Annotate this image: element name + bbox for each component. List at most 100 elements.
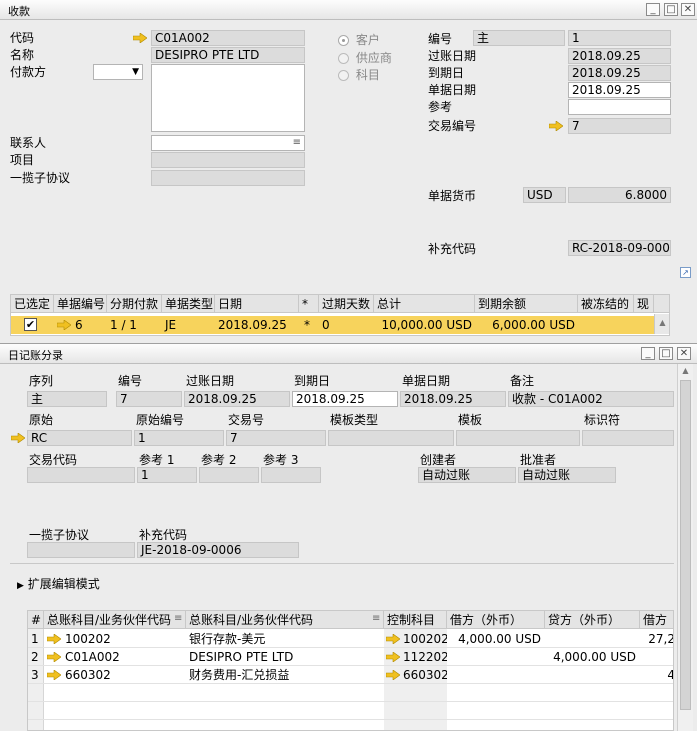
col-doc-no[interactable]: 单据编号 [54,295,107,313]
project-field[interactable] [151,152,305,168]
journal-window-title: 日记账分录 [8,349,63,362]
j-template-field[interactable] [456,430,580,446]
row-control-account: 660302 [403,668,447,682]
col-debit-fc[interactable]: 借方（外币） [447,611,545,629]
link-arrow-icon[interactable] [133,33,147,43]
number-series-field[interactable]: 主 [473,30,565,46]
j-remarks-field[interactable]: 收款 - C01A002 [508,391,674,407]
col-debit[interactable]: 借方 [640,611,673,629]
j-approver-label: 批准者 [520,453,557,467]
checkbox-checked-icon[interactable]: ✔ [24,318,37,331]
link-arrow-icon[interactable] [57,320,71,330]
link-arrow-icon[interactable] [386,652,400,662]
maximize-button[interactable]: □ [659,347,673,360]
table-row[interactable]: 2 C01A002 DESIPRO PTE LTD 112202 4,000.0… [28,648,673,666]
col-installment[interactable]: 分期付款 [107,295,162,313]
due-date-field[interactable]: 2018.09.25 [568,65,671,81]
col-doc-type[interactable]: 单据类型 [162,295,215,313]
currency-code-field[interactable]: USD [523,187,566,203]
minimize-button[interactable]: _ [641,347,655,360]
transaction-no-field[interactable]: 7 [568,118,671,134]
col-overdue[interactable]: 过期天数 [319,295,374,313]
j-origin-no-field[interactable]: 1 [134,430,224,446]
j-number-field[interactable]: 7 [116,391,182,407]
j-due-label: 到期日 [294,374,331,388]
col-account-code[interactable]: 总账科目/业务伙伴代码 [44,611,186,629]
col-account-name[interactable]: 总账科目/业务伙伴代码 [186,611,384,629]
j-due-field[interactable]: 2018.09.25 [292,391,398,407]
expand-edit-mode-toggle[interactable]: ▶ 扩展编辑模式 [17,575,100,592]
col-credit-fc[interactable]: 贷方（外币） [545,611,640,629]
code-label: 代码 [10,31,35,45]
j-trans-no-field[interactable]: 7 [226,430,326,446]
j-docdate-field[interactable]: 2018.09.25 [400,391,506,407]
row-star: * [304,318,310,332]
row-balance: 6,000.00 USD [492,318,575,332]
scroll-up-button[interactable]: ▲ [678,364,693,378]
reference-field[interactable] [568,99,671,115]
j-indicator-field[interactable] [582,430,674,446]
doc-date-field[interactable]: 2018.09.25 [568,82,671,98]
j-creator-field[interactable]: 自动过账 [418,467,516,483]
j-ref1-field[interactable]: 1 [137,467,197,483]
col-balance[interactable]: 到期余额 [475,295,578,313]
j-ref3-field[interactable] [261,467,321,483]
col-selected[interactable]: 已选定 [11,295,54,313]
col-date[interactable]: 日期 [215,295,299,313]
col-total[interactable]: 总计 [374,295,475,313]
link-arrow-icon[interactable] [386,634,400,644]
col-cash[interactable]: 现 [634,295,654,313]
table-row[interactable] [28,702,673,720]
radio-empty-icon [338,70,349,81]
code-field[interactable]: C01A002 [151,30,305,46]
minimize-button[interactable]: _ [646,3,660,16]
close-button[interactable]: ✕ [681,3,695,16]
radio-customer[interactable]: 客户 [338,31,380,48]
col-star[interactable]: * [299,295,319,313]
link-arrow-icon[interactable] [47,634,61,644]
col-line-no[interactable]: # [28,611,44,629]
journal-scrollbar[interactable]: ▲ [677,364,693,731]
number-field[interactable]: 1 [568,30,671,46]
j-addl-field[interactable]: JE-2018-09-0006 [137,542,299,558]
link-arrow-icon[interactable] [11,433,25,443]
j-ref2-field[interactable] [199,467,259,483]
scroll-thumb[interactable] [680,380,691,710]
link-arrow-icon[interactable] [386,670,400,680]
link-arrow-icon[interactable] [47,670,61,680]
close-button[interactable]: ✕ [677,347,691,360]
payer-address-box[interactable] [151,64,305,132]
j-blanket-field[interactable] [27,542,135,558]
table-row[interactable]: 1 100202 银行存款-美元 100202 4,000.00 USD 27,… [28,630,674,648]
additional-code-field[interactable]: RC-2018-09-0001 [568,240,671,256]
row-debit: 27,2 [648,632,674,646]
table-row[interactable]: 3 660302 财务费用-汇兑损益 660302 4 [28,666,673,684]
contact-field[interactable]: ≡ [151,135,305,151]
expand-edit-mode-label: 扩展编辑模式 [27,577,100,591]
name-field[interactable]: DESIPRO PTE LTD [151,47,305,63]
link-arrow-icon[interactable] [47,652,61,662]
expand-icon[interactable]: ↗ [680,267,691,278]
table-row[interactable] [28,684,673,702]
blanket-field[interactable] [151,170,305,186]
radio-vendor[interactable]: 供应商 [338,49,392,66]
j-series-field[interactable]: 主 [27,391,107,407]
j-origin-field[interactable]: RC [27,430,132,446]
j-posting-field[interactable]: 2018.09.25 [184,391,290,407]
j-trans-code-field[interactable] [27,467,135,483]
payer-dropdown[interactable]: ▼ [93,64,143,80]
j-origin-no-label: 原始编号 [136,413,185,427]
invoice-row[interactable]: ✔ 6 1 / 1 JE 2018.09.25 * 0 10,000.00 US… [11,316,654,334]
radio-account[interactable]: 科目 [338,66,380,83]
list-icon: ≡ [174,613,183,624]
maximize-button[interactable]: □ [664,3,678,16]
j-approver-field[interactable]: 自动过账 [518,467,616,483]
name-label: 名称 [10,48,35,62]
currency-rate-field[interactable]: 6.8000 [568,187,671,203]
col-control-account[interactable]: 控制科目 [384,611,447,629]
col-frozen[interactable]: 被冻结的 [578,295,634,313]
link-arrow-icon[interactable] [549,121,563,131]
scroll-up-button[interactable]: ▲ [654,314,669,334]
posting-date-field[interactable]: 2018.09.25 [568,48,671,64]
j-template-type-field[interactable] [328,430,454,446]
